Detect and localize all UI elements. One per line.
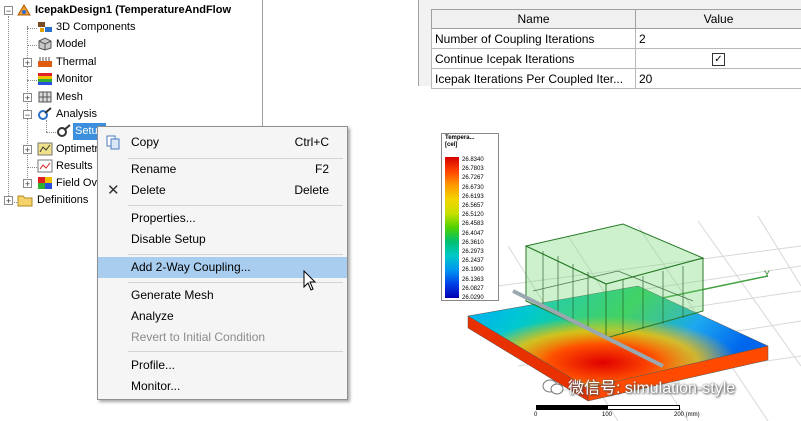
- legend-value: 26.7267: [462, 175, 484, 182]
- mouse-cursor-icon: [303, 270, 317, 291]
- legend-value: 26.1363: [462, 276, 484, 283]
- property-name: Number of Coupling Iterations: [431, 28, 636, 49]
- expand-icon[interactable]: +: [23, 58, 32, 68]
- property-value[interactable]: 20: [635, 68, 801, 89]
- legend-value: 26.2973: [462, 249, 484, 255]
- optimetrics-icon: [37, 142, 53, 156]
- menu-item-rename[interactable]: Rename F2: [98, 159, 347, 180]
- components-icon: [38, 22, 52, 32]
- menu-item-delete[interactable]: ✕ Delete Delete: [98, 180, 347, 201]
- expand-icon[interactable]: +: [23, 145, 32, 155]
- legend-value: 26.2437: [462, 258, 484, 265]
- table-row: Number of Coupling Iterations 2: [431, 28, 801, 49]
- menu-item-analyze[interactable]: Analyze: [98, 306, 347, 327]
- expand-icon[interactable]: +: [23, 179, 32, 189]
- expand-icon[interactable]: +: [23, 93, 32, 103]
- properties-table: Name Value Number of Coupling Iterations…: [431, 9, 801, 89]
- scale-bar: [536, 405, 680, 410]
- model-icon: [38, 37, 52, 51]
- legend-value: 26.5120: [462, 212, 484, 219]
- property-value[interactable]: 2: [635, 28, 801, 49]
- legend-value: 26.0827: [462, 285, 484, 292]
- tree-item-3d-components[interactable]: 3D Components: [0, 19, 262, 36]
- collapse-icon[interactable]: −: [23, 110, 32, 120]
- field-overlays-icon: [38, 177, 52, 189]
- copy-icon: [106, 135, 120, 150]
- menu-separator: [128, 205, 343, 206]
- tree-item-mesh[interactable]: + Mesh: [0, 89, 262, 106]
- legend-value: 26.1900: [462, 267, 484, 274]
- tree-item-monitor[interactable]: Monitor: [0, 71, 262, 88]
- menu-separator: [128, 351, 343, 352]
- legend-value: 26.3610: [462, 239, 484, 246]
- legend-value: 26.5657: [462, 203, 484, 209]
- menu-item-revert-initial-condition: Revert to Initial Condition: [131, 330, 266, 344]
- table-row: Continue Icepak Iterations ✓: [431, 48, 801, 69]
- continue-iterations-checkbox[interactable]: ✓: [712, 53, 725, 66]
- legend-value: 26.0290: [462, 295, 484, 301]
- scale-tick-0: 0: [534, 412, 538, 418]
- legend-value: 26.7803: [462, 166, 484, 173]
- property-value-cell: ✓: [635, 48, 801, 69]
- menu-item-properties[interactable]: Properties...: [98, 208, 347, 229]
- legend-title: Tempera... [cel]: [445, 135, 475, 148]
- legend-value: 26.6730: [462, 184, 484, 191]
- analysis-icon: [38, 107, 52, 120]
- menu-item-disable-setup[interactable]: Disable Setup: [98, 229, 347, 250]
- setup-icon: [57, 124, 71, 137]
- temperature-legend: Tempera... [cel] 26.8340 26.7803 26.7267 26…: [441, 133, 499, 301]
- menu-item-monitor[interactable]: Monitor...: [98, 376, 347, 397]
- menu-separator: [128, 254, 343, 255]
- expand-icon[interactable]: +: [4, 196, 13, 206]
- wechat-icon: [542, 379, 564, 395]
- context-menu: Copy Ctrl+C Rename F2 ✕ Delete Delete Pr…: [97, 126, 348, 400]
- table-row: Icepak Iterations Per Coupled Iter... 20: [431, 68, 801, 89]
- thermal-icon: [38, 57, 52, 67]
- collapse-icon[interactable]: −: [4, 6, 13, 16]
- tree-item-model[interactable]: Model: [0, 36, 262, 53]
- tree-item-analysis[interactable]: − Analysis: [0, 106, 262, 123]
- results-icon: [37, 159, 53, 173]
- delete-icon: ✕: [107, 182, 120, 199]
- column-header-name[interactable]: Name: [431, 9, 636, 29]
- legend-value: 26.8340: [462, 157, 484, 163]
- tree-item-root[interactable]: − IcepakDesign1 (TemperatureAndFlow: [0, 2, 262, 19]
- axis-y-label: Y: [764, 269, 770, 279]
- scale-tick-200: 200 (mm): [674, 412, 700, 418]
- legend-value: 26.4583: [462, 221, 484, 228]
- tree-item-thermal[interactable]: + Thermal: [0, 54, 262, 71]
- watermark: 微信号: simulation-style: [542, 374, 735, 398]
- legend-value: 26.6193: [462, 193, 484, 200]
- 3d-viewport[interactable]: Y Tempera... [cel] 26.8340 26.7803 26.72…: [438, 126, 801, 421]
- menu-item-profile[interactable]: Profile...: [98, 355, 347, 376]
- column-header-value[interactable]: Value: [635, 9, 801, 29]
- property-name: Continue Icepak Iterations: [431, 48, 636, 69]
- legend-color-bar: [445, 157, 459, 298]
- legend-value: 26.4047: [462, 230, 484, 237]
- menu-item-copy[interactable]: Copy Ctrl+C: [98, 132, 347, 153]
- property-name: Icepak Iterations Per Coupled Iter...: [431, 68, 636, 89]
- monitor-icon: [38, 73, 52, 85]
- design-icon: [17, 4, 31, 16]
- properties-grid: Name Value Number of Coupling Iterations…: [418, 0, 801, 89]
- folder-icon: [17, 195, 33, 207]
- scale-tick-100: 100: [602, 412, 613, 418]
- mesh-icon: [38, 91, 52, 103]
